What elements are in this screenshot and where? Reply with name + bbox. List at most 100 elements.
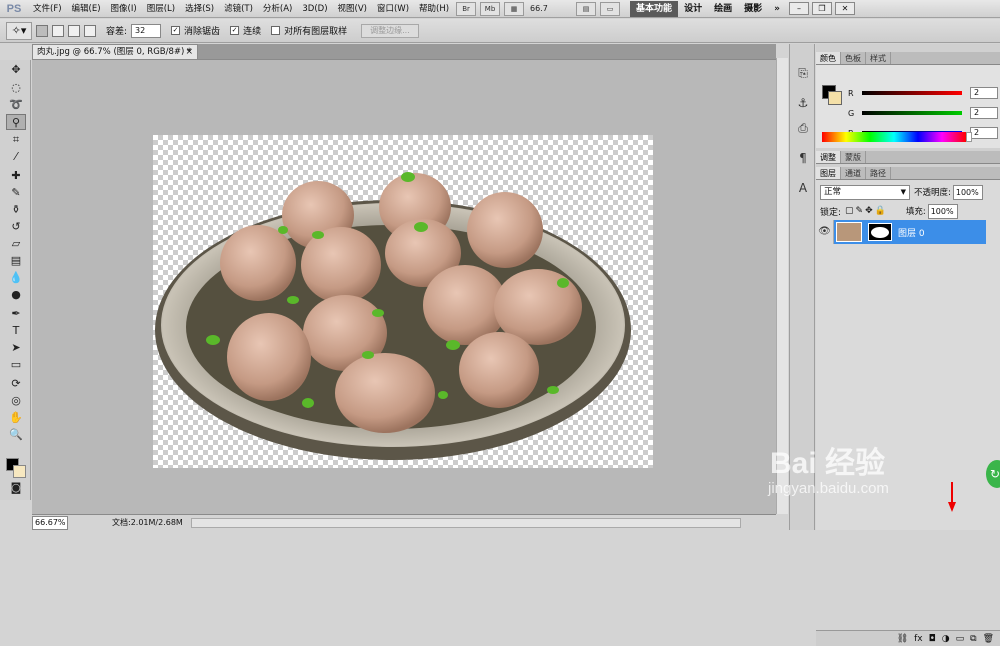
eyedropper-tool-icon[interactable]: ⁄: [6, 149, 26, 165]
dodge-tool-icon[interactable]: ●: [6, 287, 26, 303]
tab-paths[interactable]: 路径: [866, 167, 891, 179]
document-tab[interactable]: 肉丸.jpg @ 66.7% (图层 0, RGB/8#) * ×: [32, 44, 198, 59]
arrange-documents-button[interactable]: ▤: [576, 1, 597, 16]
antialias-checkbox[interactable]: ✓: [171, 26, 181, 35]
menu-view[interactable]: 视图(V): [333, 0, 372, 18]
panel-background-swatch[interactable]: [828, 91, 842, 105]
3d-rotate-tool-icon[interactable]: ⟳: [6, 376, 26, 392]
bridge-button[interactable]: Br: [456, 1, 477, 16]
tab-masks[interactable]: 蒙版: [841, 151, 866, 163]
history-panel-icon[interactable]: ⎘: [794, 64, 812, 82]
fill-input[interactable]: 100%: [927, 203, 958, 219]
document-size-info[interactable]: 文档:2.01M/2.68M: [112, 517, 183, 528]
path-selection-tool-icon[interactable]: ➤: [6, 340, 26, 356]
workspace-design[interactable]: 设计: [678, 0, 708, 18]
blend-mode-dropdown[interactable]: 正常 ▼: [820, 184, 910, 200]
blur-tool-icon[interactable]: 💧: [6, 270, 26, 286]
crop-tool-icon[interactable]: ⌗: [6, 132, 26, 148]
delete-layer-icon[interactable]: 🗑: [983, 634, 994, 644]
mini-bridge-button[interactable]: Mb: [480, 1, 501, 16]
refine-edge-button[interactable]: 调整边缘...: [361, 23, 419, 38]
green-value[interactable]: 2: [970, 107, 998, 119]
visibility-eye-icon[interactable]: 👁: [816, 220, 834, 244]
view-extras-button[interactable]: ▦: [504, 1, 525, 16]
blue-value[interactable]: 2: [970, 127, 998, 139]
workspace-photography[interactable]: 摄影: [738, 0, 768, 18]
marquee-tool-icon[interactable]: ◌: [6, 80, 26, 96]
green-slider[interactable]: [862, 111, 962, 115]
adjustment-layer-icon[interactable]: ◑: [942, 634, 950, 644]
new-layer-icon[interactable]: ⧉: [970, 634, 976, 644]
tool-preset-picker[interactable]: ✧▾: [6, 21, 32, 40]
shape-tool-icon[interactable]: ▭: [6, 357, 26, 373]
tab-color[interactable]: 颜色: [816, 52, 841, 64]
zoom-level-dropdown[interactable]: 66.7: [530, 2, 570, 16]
history-brush-tool-icon[interactable]: ↺: [6, 219, 26, 235]
restore-button[interactable]: ❐: [811, 2, 832, 15]
tab-styles[interactable]: 样式: [866, 52, 891, 64]
lock-options-icons[interactable]: ▢✎✥🔒: [845, 206, 888, 216]
layer-row[interactable]: 👁 图层 0: [816, 220, 986, 244]
vertical-scrollbar[interactable]: [776, 58, 788, 514]
add-selection-icon[interactable]: [52, 24, 64, 37]
new-selection-icon[interactable]: [36, 24, 48, 37]
menu-edit[interactable]: 编辑(E): [67, 0, 106, 18]
layer-mask-thumbnail[interactable]: [868, 223, 892, 241]
pen-tool-icon[interactable]: ✒: [6, 306, 26, 322]
menu-layer[interactable]: 图层(L): [142, 0, 180, 18]
white-swatch[interactable]: [966, 132, 972, 142]
link-layers-icon[interactable]: ⛓: [897, 634, 908, 644]
brush-tool-icon[interactable]: ✎: [6, 185, 26, 201]
tool-presets-panel-icon[interactable]: ⎙: [794, 119, 812, 137]
intersect-selection-icon[interactable]: [84, 24, 96, 37]
menu-file[interactable]: 文件(F): [28, 0, 67, 18]
type-tool-icon[interactable]: T: [6, 323, 26, 339]
background-color-swatch[interactable]: [13, 465, 26, 478]
eraser-tool-icon[interactable]: ▱: [6, 236, 26, 252]
image-canvas[interactable]: [153, 135, 653, 468]
menu-3d[interactable]: 3D(D): [297, 0, 332, 18]
menu-analysis[interactable]: 分析(A): [258, 0, 297, 18]
canvas-pasteboard[interactable]: [32, 59, 776, 514]
gradient-tool-icon[interactable]: ▤: [6, 253, 26, 269]
tab-layers[interactable]: 图层: [816, 167, 841, 179]
minimize-button[interactable]: –: [788, 2, 809, 15]
actions-panel-icon[interactable]: ⚓: [794, 94, 812, 112]
layer-name[interactable]: 图层 0: [898, 226, 925, 239]
lasso-tool-icon[interactable]: ➰: [6, 97, 26, 113]
color-spectrum-bar[interactable]: [822, 132, 966, 142]
close-document-icon[interactable]: ×: [185, 45, 193, 59]
tolerance-input[interactable]: 32: [131, 23, 162, 38]
add-mask-icon[interactable]: ◘: [929, 634, 936, 644]
menu-help[interactable]: 帮助(H): [414, 0, 454, 18]
workspace-essentials[interactable]: 基本功能: [630, 0, 679, 17]
subtract-selection-icon[interactable]: [68, 24, 80, 37]
tab-channels[interactable]: 通道: [841, 167, 866, 179]
move-tool-icon[interactable]: ✥: [6, 62, 26, 78]
workspace-more[interactable]: »: [768, 0, 786, 18]
hand-tool-icon[interactable]: ✋: [6, 410, 26, 426]
3d-orbit-tool-icon[interactable]: ◎: [6, 393, 26, 409]
quick-mask-icon[interactable]: ◙: [6, 480, 26, 496]
sample-all-layers-checkbox[interactable]: [271, 26, 281, 35]
tab-swatches[interactable]: 色板: [841, 52, 866, 64]
menu-select[interactable]: 选择(S): [180, 0, 219, 18]
layer-style-icon[interactable]: fx: [914, 634, 923, 644]
menu-filter[interactable]: 滤镜(T): [219, 0, 258, 18]
healing-brush-tool-icon[interactable]: ✚: [6, 168, 26, 184]
opacity-input[interactable]: 100%: [952, 184, 983, 200]
tab-adjustments[interactable]: 调整: [816, 151, 841, 163]
clone-stamp-tool-icon[interactable]: ⚱: [6, 202, 26, 218]
red-slider[interactable]: [862, 91, 962, 95]
horizontal-scrollbar[interactable]: [190, 517, 741, 528]
close-window-button[interactable]: ✕: [834, 2, 855, 15]
screen-mode-button[interactable]: ▭: [600, 1, 621, 16]
magic-wand-tool-icon[interactable]: ⚲: [6, 114, 26, 130]
character-panel-icon[interactable]: A: [794, 179, 812, 197]
menu-window[interactable]: 窗口(W): [372, 0, 414, 18]
workspace-painting[interactable]: 绘画: [708, 0, 738, 18]
paragraph-panel-icon[interactable]: ¶: [794, 149, 812, 167]
status-zoom-field[interactable]: 66.67%: [32, 515, 68, 530]
zoom-tool-icon[interactable]: 🔍: [6, 427, 26, 443]
menu-image[interactable]: 图像(I): [106, 0, 142, 18]
